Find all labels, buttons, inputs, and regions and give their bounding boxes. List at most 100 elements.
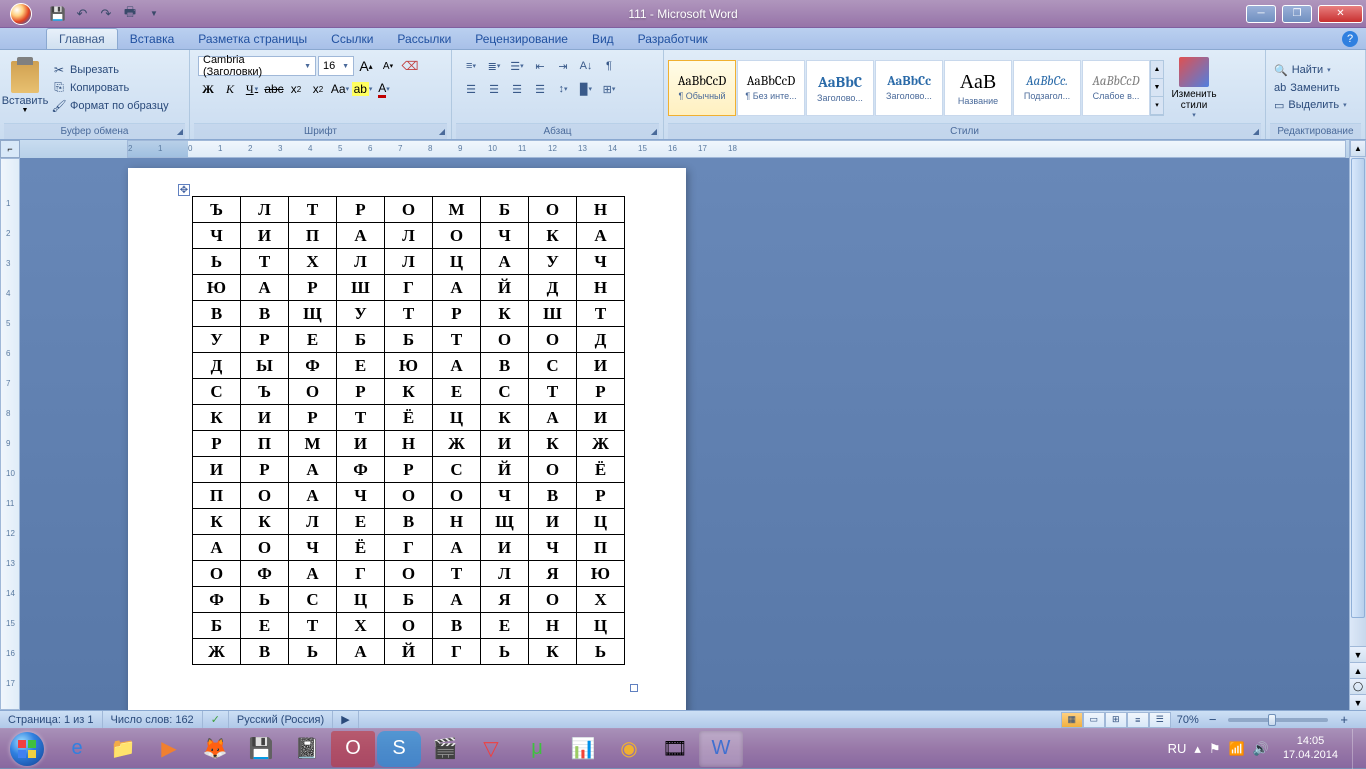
taskbar-app4[interactable]: 📊 [561, 731, 605, 767]
table-cell[interactable]: И [481, 431, 529, 457]
table-cell[interactable]: Ц [433, 249, 481, 275]
style-item[interactable]: AaBbCcD¶ Обычный [668, 60, 736, 116]
table-cell[interactable]: Ф [337, 457, 385, 483]
table-cell[interactable]: П [289, 223, 337, 249]
table-cell[interactable]: И [337, 431, 385, 457]
table-cell[interactable]: Ь [289, 639, 337, 665]
table-cell[interactable]: Ё [337, 535, 385, 561]
table-cell[interactable]: Н [577, 275, 625, 301]
table-cell[interactable]: А [577, 223, 625, 249]
table-cell[interactable]: П [193, 483, 241, 509]
table-cell[interactable]: К [529, 639, 577, 665]
taskbar-opera[interactable]: O [331, 731, 375, 767]
styles-dialog-launcher[interactable]: ◢ [1250, 125, 1262, 137]
table-cell[interactable]: Ь [481, 639, 529, 665]
table-resize-handle[interactable] [630, 684, 638, 692]
table-cell[interactable]: В [241, 639, 289, 665]
table-cell[interactable]: Т [289, 613, 337, 639]
taskbar-word[interactable]: W [699, 731, 743, 767]
borders-button[interactable]: ⊞▾ [598, 79, 620, 99]
word-table[interactable]: ЪЛТРОМБОНЧИПАЛОЧКАЬТХЛЛЦАУЧЮАРШГАЙДНВВЩУ… [192, 196, 625, 665]
draft-view[interactable]: ☰ [1149, 712, 1171, 728]
underline-button[interactable]: Ч▾ [242, 79, 262, 99]
copy-button[interactable]: ⎘Копировать [48, 80, 173, 96]
full-screen-view[interactable]: ▭ [1083, 712, 1105, 728]
table-cell[interactable]: Щ [289, 301, 337, 327]
status-proofing[interactable]: ✓ [203, 711, 229, 728]
tab-home[interactable]: Главная [46, 28, 118, 49]
select-button[interactable]: ▭Выделить▾ [1270, 98, 1351, 113]
table-cell[interactable]: С [529, 353, 577, 379]
shading-button[interactable]: ▉▾ [575, 79, 597, 99]
table-cell[interactable]: Б [337, 327, 385, 353]
font-color-button[interactable]: A▾ [374, 79, 394, 99]
table-cell[interactable]: И [577, 405, 625, 431]
taskbar-app1[interactable]: 💾 [239, 731, 283, 767]
style-item[interactable]: AaBbCc.Подзагол... [1013, 60, 1081, 116]
highlight-button[interactable]: ab▾ [352, 79, 372, 99]
table-cell[interactable]: Р [433, 301, 481, 327]
table-cell[interactable]: Ф [241, 561, 289, 587]
align-right-button[interactable]: ☰ [506, 79, 528, 99]
tab-review[interactable]: Рецензирование [463, 29, 580, 49]
tab-insert[interactable]: Вставка [118, 29, 187, 49]
table-cell[interactable]: Я [481, 587, 529, 613]
save-icon[interactable]: 💾 [48, 4, 68, 24]
table-cell[interactable]: Т [529, 379, 577, 405]
start-button[interactable] [0, 729, 54, 769]
page[interactable]: ✥ ЪЛТРОМБОНЧИПАЛОЧКАЬТХЛЛЦАУЧЮАРШГАЙДНВВ… [128, 168, 686, 710]
table-cell[interactable]: Ч [529, 535, 577, 561]
table-cell[interactable]: О [481, 327, 529, 353]
table-cell[interactable]: Р [337, 379, 385, 405]
table-cell[interactable]: М [289, 431, 337, 457]
table-cell[interactable]: Р [241, 327, 289, 353]
strike-button[interactable]: abc [264, 79, 284, 99]
taskbar-daemon[interactable]: ▽ [469, 731, 513, 767]
outline-view[interactable]: ≡ [1127, 712, 1149, 728]
zoom-slider-thumb[interactable] [1268, 714, 1276, 726]
table-cell[interactable]: О [529, 327, 577, 353]
styles-more-button[interactable]: ▲▼▾ [1150, 60, 1164, 116]
superscript-button[interactable]: x2 [308, 79, 328, 99]
table-cell[interactable]: В [193, 301, 241, 327]
horizontal-ruler[interactable]: 210123456789101112131415161718 [127, 140, 1346, 158]
tray-lang[interactable]: RU [1168, 741, 1187, 756]
table-cell[interactable]: О [241, 483, 289, 509]
table-cell[interactable]: А [433, 535, 481, 561]
table-cell[interactable]: Л [337, 249, 385, 275]
table-cell[interactable]: Ь [241, 587, 289, 613]
table-cell[interactable]: Т [241, 249, 289, 275]
table-cell[interactable]: Е [481, 613, 529, 639]
table-cell[interactable]: Р [577, 483, 625, 509]
table-cell[interactable]: У [529, 249, 577, 275]
table-cell[interactable]: Ж [433, 431, 481, 457]
table-cell[interactable]: А [433, 353, 481, 379]
table-cell[interactable]: Ч [193, 223, 241, 249]
table-cell[interactable]: Х [289, 249, 337, 275]
tab-developer[interactable]: Разработчик [626, 29, 720, 49]
table-cell[interactable]: Ж [577, 431, 625, 457]
multilevel-button[interactable]: ☰▾ [506, 56, 528, 76]
table-cell[interactable]: Ш [529, 301, 577, 327]
table-cell[interactable]: Ё [577, 457, 625, 483]
table-cell[interactable]: Л [289, 509, 337, 535]
grow-font-button[interactable]: A▴ [356, 56, 376, 76]
tray-volume-icon[interactable]: 🔊 [1253, 741, 1269, 757]
table-cell[interactable]: С [289, 587, 337, 613]
table-cell[interactable]: И [193, 457, 241, 483]
table-cell[interactable]: О [385, 483, 433, 509]
table-cell[interactable]: Р [193, 431, 241, 457]
table-cell[interactable]: Н [577, 197, 625, 223]
table-cell[interactable]: К [241, 509, 289, 535]
bold-button[interactable]: Ж [198, 79, 218, 99]
show-desktop-button[interactable] [1352, 729, 1362, 769]
print-layout-view[interactable]: ▦ [1061, 712, 1083, 728]
font-dialog-launcher[interactable]: ◢ [436, 125, 448, 137]
table-cell[interactable]: Ч [289, 535, 337, 561]
table-cell[interactable]: Т [385, 301, 433, 327]
table-cell[interactable]: Р [337, 197, 385, 223]
taskbar-ie[interactable]: e [55, 731, 99, 767]
table-cell[interactable]: Ц [577, 509, 625, 535]
table-cell[interactable]: Е [241, 613, 289, 639]
help-icon[interactable]: ? [1342, 31, 1358, 47]
